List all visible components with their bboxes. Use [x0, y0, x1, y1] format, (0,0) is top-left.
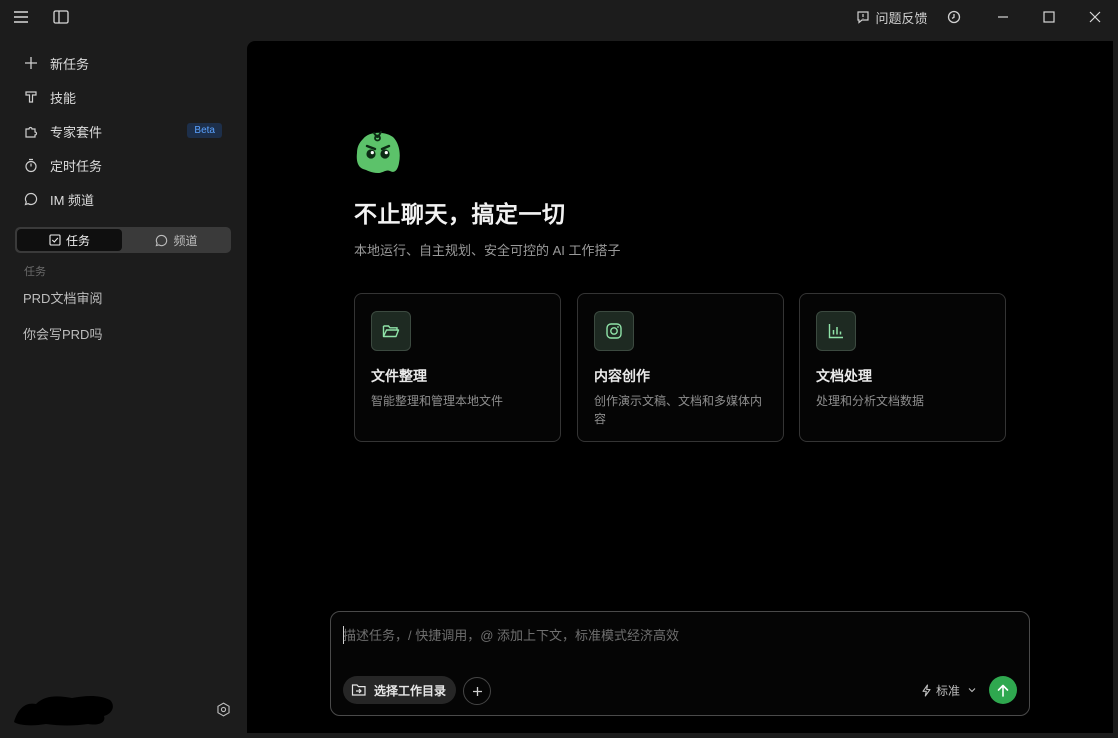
checkbox-icon [49, 234, 61, 246]
feedback-icon [856, 10, 870, 24]
history-icon[interactable] [942, 0, 966, 34]
page-title: 不止聊天，搞定一切 [354, 201, 566, 227]
mode-selector[interactable]: 标准 [921, 680, 976, 700]
sidebar-item-new-task[interactable]: 新任务 [16, 48, 230, 78]
user-profile-redacted[interactable] [12, 688, 116, 726]
bar-chart-icon [816, 311, 856, 351]
maximize-button[interactable] [1034, 0, 1064, 34]
mode-label: 标准 [936, 683, 961, 698]
puzzle-icon [22, 122, 40, 140]
tab-tasks-label: 任务 [65, 233, 90, 248]
sidebar-item-label: 技能 [50, 90, 77, 106]
task-item[interactable]: PRD文档审阅 [15, 282, 231, 312]
card-title: 文档处理 [816, 368, 872, 384]
instagram-icon [594, 311, 634, 351]
sidebar-item-scheduled-tasks[interactable]: 定时任务 [16, 150, 230, 180]
menu-icon[interactable] [8, 0, 34, 34]
card-file-organize[interactable]: 文件整理 智能整理和管理本地文件 [354, 293, 561, 442]
settings-icon[interactable] [213, 699, 233, 719]
sidebar-item-label: IM 频道 [50, 192, 95, 208]
chat-bubble-icon [155, 234, 168, 247]
composer: 选择工作目录 标准 [330, 611, 1030, 716]
sidebar-item-im-channel[interactable]: IM 频道 [16, 184, 230, 214]
minimize-button[interactable] [988, 0, 1018, 34]
lightning-icon [921, 683, 932, 697]
card-description: 智能整理和管理本地文件 [371, 394, 504, 408]
task-item[interactable]: 你会写PRD吗 [15, 318, 231, 348]
tab-channels-label: 频道 [173, 233, 198, 248]
sidebar-item-expert-kit[interactable]: 专家套件 Beta [16, 116, 230, 146]
tab-tasks[interactable]: 任务 [17, 229, 122, 251]
beta-badge: Beta [187, 123, 222, 138]
send-button[interactable] [989, 676, 1017, 704]
card-description: 创作演示文稿、文档和多媒体内容 [594, 394, 763, 426]
title-bar: 问题反馈 [0, 0, 1118, 34]
sidebar-item-label: 新任务 [50, 56, 90, 72]
task-input[interactable] [343, 624, 1003, 646]
select-workdir-label: 选择工作目录 [374, 683, 447, 698]
tab-channels[interactable]: 频道 [124, 229, 229, 251]
folder-open-icon [371, 311, 411, 351]
card-description: 处理和分析文档数据 [816, 394, 925, 408]
add-attachment-button[interactable] [463, 677, 491, 705]
card-content-creation[interactable]: 内容创作 创作演示文稿、文档和多媒体内容 [577, 293, 784, 442]
sidebar-toggle-icon[interactable] [48, 0, 74, 34]
text-caret [343, 626, 344, 644]
folder-arrow-icon [351, 683, 367, 697]
section-label: 任务 [24, 266, 46, 278]
view-segmented-control: 任务 频道 [15, 227, 231, 253]
sidebar-item-skills[interactable]: 技能 [16, 82, 230, 112]
select-workdir-button[interactable]: 选择工作目录 [343, 676, 457, 704]
card-document-processing[interactable]: 文档处理 处理和分析文档数据 [799, 293, 1006, 442]
card-title: 内容创作 [594, 368, 650, 384]
sidebar: 新任务 技能 专家套件 Beta 定时任务 IM 频道 任务 频道 任务 PRD… [0, 34, 247, 738]
sidebar-item-label: 专家套件 [50, 124, 103, 140]
chevron-down-icon [968, 687, 976, 693]
feedback-button[interactable]: 问题反馈 [852, 0, 932, 34]
close-button[interactable] [1080, 0, 1110, 34]
page-subtitle: 本地运行、自主规划、安全可控的 AI 工作搭子 [354, 243, 621, 258]
main-panel: 不止聊天，搞定一切 本地运行、自主规划、安全可控的 AI 工作搭子 文件整理 智… [247, 41, 1113, 733]
chat-bubble-icon [22, 190, 40, 208]
feedback-label: 问题反馈 [875, 10, 928, 26]
card-title: 文件整理 [371, 368, 427, 384]
sidebar-item-label: 定时任务 [50, 158, 103, 174]
arrow-up-icon [997, 684, 1009, 697]
plus-icon [22, 54, 40, 72]
brush-icon [22, 88, 40, 106]
app-logo-icon [355, 129, 401, 177]
timer-icon [22, 156, 40, 174]
